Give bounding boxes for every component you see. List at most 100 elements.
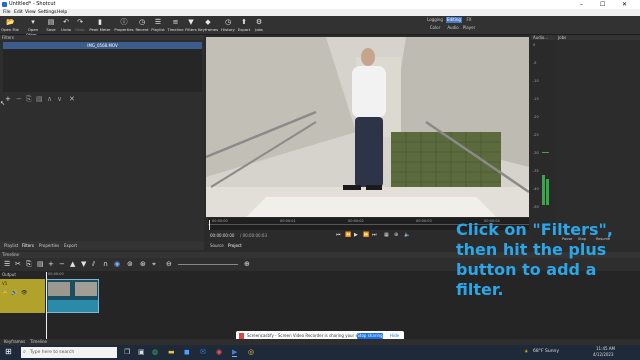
move-down-icon[interactable]: ∨ [57, 95, 62, 103]
skip-start-icon[interactable]: ⏮ [336, 232, 341, 238]
clock-date[interactable]: 4/12/2023 [593, 352, 614, 357]
lock-icon[interactable]: 🔒 [2, 290, 8, 296]
menu-bar: File Edit View Settings Help [0, 9, 640, 16]
zoom-fit-icon[interactable]: ⌖ [152, 258, 156, 271]
open-file-button[interactable]: 📂 Open File [1, 16, 19, 35]
mail-icon[interactable]: ✉ [200, 348, 206, 356]
redo-button[interactable]: ↷ Redo [74, 16, 86, 35]
meter-scale-label: -50 [533, 205, 539, 209]
ripple-icon[interactable]: ⊚ [127, 258, 133, 271]
copy-filter-icon[interactable]: ⎘ [26, 95, 32, 103]
snap-icon[interactable]: ∩ [103, 258, 108, 271]
copy-icon[interactable]: ⎘ [26, 258, 32, 271]
keyframes-button[interactable]: ◆ Keyframes [198, 16, 218, 35]
keyframes-label: Keyframes [198, 27, 219, 32]
tab-source[interactable]: Source [210, 241, 224, 250]
tab-project[interactable]: Project [228, 241, 242, 250]
deselect-filter-icon[interactable]: ✕ [69, 95, 75, 103]
tab-properties[interactable]: Properties [39, 241, 59, 250]
widgets-icon[interactable]: ▣ [138, 348, 145, 356]
scrub-icon[interactable]: ◉ [114, 258, 120, 271]
workspace-player[interactable]: Player [462, 25, 476, 31]
timeline-button[interactable]: ≡ Timeline [167, 16, 184, 35]
recent-label: Recent [135, 27, 149, 32]
tab-playlist[interactable]: Playlist [4, 241, 18, 250]
lift-icon[interactable]: ▲ [70, 258, 75, 271]
track-header-v1[interactable]: V1 🔒 🔊 👁 [0, 279, 45, 313]
remove-filter-minus-icon[interactable]: − [16, 95, 22, 103]
store-icon[interactable]: ◼ [184, 348, 190, 356]
filters-button[interactable]: ▼ Filters [184, 16, 198, 35]
skip-end-icon[interactable]: ⏭ [372, 232, 377, 238]
zoom-icon[interactable]: ⊕ [394, 232, 398, 238]
zoom-slider[interactable] [178, 264, 238, 265]
peak-meter-label: Peak Meter [89, 27, 111, 32]
rewind-icon[interactable]: ⏪ [345, 232, 351, 238]
playlist-button[interactable]: ☰ Playlist [150, 16, 166, 35]
paste-icon[interactable]: ▤ [37, 258, 44, 271]
append-icon[interactable]: + [48, 258, 54, 271]
file-explorer-icon[interactable]: ▬ [168, 348, 175, 356]
paste-filter-icon[interactable]: ▤ [36, 95, 43, 103]
hide-icon[interactable]: 👁 [21, 290, 27, 296]
filter-icon: ▼ [188, 18, 194, 26]
filter-list[interactable] [3, 49, 202, 92]
timeline-playhead[interactable] [46, 272, 47, 340]
weather-text[interactable]: 68°F Sunny [533, 349, 559, 354]
zoom-out-icon[interactable]: ⊖ [166, 258, 172, 271]
edge-icon[interactable]: ◍ [152, 348, 158, 356]
move-up-icon[interactable]: ∧ [47, 95, 52, 103]
menu-settings[interactable]: Settings [38, 9, 56, 16]
menu-edit[interactable]: Edit [14, 9, 23, 16]
menu-icon[interactable]: ☰ [4, 258, 10, 271]
export-button[interactable]: ⬆ Export [236, 16, 252, 35]
cut-icon[interactable]: ✂ [15, 258, 21, 271]
taskbar-search-input[interactable]: Type here to search [21, 347, 117, 358]
jobs-label: Jobs [255, 27, 263, 32]
current-timecode[interactable]: 00:00:00:00 [210, 233, 234, 238]
tab-filters[interactable]: Filters [22, 241, 34, 250]
menu-view[interactable]: View [25, 9, 36, 16]
chrome-icon[interactable]: ◎ [248, 348, 254, 356]
windows-start-icon[interactable]: ⊞ [5, 347, 12, 356]
playhead[interactable] [209, 220, 210, 230]
audio-panel-title: Audio... [531, 35, 555, 40]
open-other-button[interactable]: ▾Open Other... [21, 16, 45, 37]
shotcut-taskbar-icon[interactable]: ▶ [232, 348, 238, 357]
timeline-clip[interactable] [46, 279, 99, 313]
grid-icon[interactable]: ▦ [384, 232, 389, 238]
minimize-button[interactable]: – [580, 0, 583, 9]
fast-forward-icon[interactable]: ⏩ [363, 232, 369, 238]
ripple-all-icon[interactable]: ⊛ [140, 258, 146, 271]
overwrite-icon[interactable]: ▼ [81, 258, 86, 271]
split-icon[interactable]: ⫽ [92, 258, 95, 271]
history-button[interactable]: ◷ History [220, 16, 236, 35]
workspace-audio[interactable]: Audio [446, 25, 460, 31]
peak-meter-button[interactable]: ▮ Peak Meter [89, 16, 111, 35]
workspace-color[interactable]: Color [428, 25, 442, 31]
menu-help[interactable]: Help [57, 9, 67, 16]
volume-icon[interactable]: 🔈 [404, 232, 410, 238]
workspace-logging[interactable]: Logging [426, 17, 444, 23]
zoom-in-icon[interactable]: ⊕ [244, 258, 250, 271]
maximize-button[interactable]: ☐ [600, 0, 605, 9]
workspace-fx[interactable]: FX [464, 17, 474, 23]
undo-button[interactable]: ↶ Undo [60, 16, 72, 35]
video-viewer[interactable] [206, 37, 529, 217]
add-filter-plus-icon[interactable]: + [5, 95, 11, 103]
recent-button[interactable]: ◷ Recent [135, 16, 149, 35]
workspace-editing[interactable]: Editing [446, 17, 462, 23]
clock-time[interactable]: 11:45 AM [596, 346, 615, 351]
play-icon[interactable]: ▶ [354, 232, 358, 238]
task-view-icon[interactable]: ❐ [124, 348, 130, 356]
close-button[interactable]: ✕ [622, 0, 627, 9]
properties-button[interactable]: ⓘ Properties [113, 16, 135, 35]
mute-icon[interactable]: 🔊 [11, 290, 17, 296]
remove-icon[interactable]: − [59, 258, 65, 271]
office-icon[interactable]: ◉ [216, 348, 222, 356]
tab-export[interactable]: Export [64, 241, 77, 250]
ruler-tick: 00:00:00 [212, 219, 228, 223]
menu-file[interactable]: File [3, 9, 11, 16]
save-button[interactable]: ▤ Save [45, 16, 57, 35]
jobs-button[interactable]: ⚙ Jobs [252, 16, 266, 35]
